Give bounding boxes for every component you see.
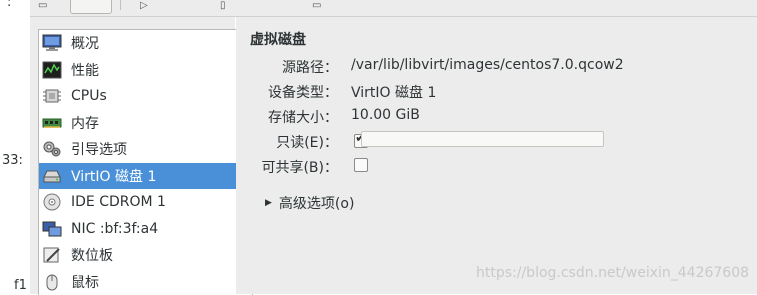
sidebar-item-label: 引导选项 bbox=[71, 139, 127, 159]
network-card-icon bbox=[41, 219, 63, 239]
disk-details-panel: 虚拟磁盘 源路径： /var/lib/libvirt/images/centos… bbox=[236, 17, 757, 294]
pause-icon[interactable]: ▯ bbox=[220, 0, 226, 11]
toolbar-separator bbox=[120, 0, 121, 10]
sidebar-item-label: 性能 bbox=[71, 60, 99, 80]
advanced-options-label: 高级选项(o) bbox=[279, 193, 355, 213]
toolbar: ▭ ▷ ▯ ▭ bbox=[30, 0, 757, 17]
screen-icon[interactable]: ▭ bbox=[312, 0, 321, 11]
tablet-pen-icon bbox=[41, 245, 63, 265]
sidebar-item-label: VirtIO 磁盘 1 bbox=[71, 166, 156, 186]
performance-chart-icon bbox=[41, 60, 63, 80]
hard-disk-icon bbox=[41, 166, 63, 186]
sidebar-item-performance[interactable]: 性能 bbox=[39, 57, 252, 84]
readonly-label: 只读(E)： bbox=[236, 132, 338, 152]
storage-size-value: 10.00 GiB bbox=[351, 107, 420, 123]
sidebar-item-mouse[interactable]: 鼠标 bbox=[39, 269, 252, 295]
source-path-label: 源路径： bbox=[236, 57, 338, 77]
sidebar-item-memory[interactable]: 内存 bbox=[39, 110, 252, 137]
mouse-icon bbox=[41, 272, 63, 292]
sidebar-item-label: 内存 bbox=[71, 113, 99, 133]
sidebar-item-label: 数位板 bbox=[71, 245, 113, 265]
cdrom-icon bbox=[41, 192, 63, 212]
console-icon[interactable]: ▭ bbox=[38, 0, 47, 11]
left-fragment-1: : bbox=[7, 0, 11, 10]
left-fragment-2: 33: bbox=[2, 153, 23, 168]
shareable-checkbox[interactable] bbox=[354, 158, 368, 172]
advanced-options-expander[interactable]: ▶ 高级选项(o) bbox=[265, 193, 354, 213]
sidebar-item-label: NIC :bf:3f:a4 bbox=[71, 221, 158, 237]
memory-module-icon bbox=[41, 113, 63, 133]
details-view-button[interactable] bbox=[70, 0, 112, 14]
sidebar-item-overview[interactable]: 概况 bbox=[39, 30, 252, 57]
sidebar-item-label: 鼠标 bbox=[71, 272, 99, 292]
sidebar-item-ide-cdrom[interactable]: IDE CDROM 1 bbox=[39, 189, 252, 216]
storage-size-label: 存储大小： bbox=[236, 107, 338, 127]
sidebar-item-cpus[interactable]: CPUs bbox=[39, 83, 252, 110]
run-icon[interactable]: ▷ bbox=[140, 0, 148, 11]
sidebar-item-label: CPUs bbox=[71, 88, 107, 104]
left-background-strip: : 33: f1 bbox=[0, 0, 30, 294]
sidebar-item-label: IDE CDROM 1 bbox=[71, 194, 166, 210]
shareable-label: 可共享(B)： bbox=[236, 157, 338, 177]
watermark-text: https://blog.csdn.net/weixin_44267608 bbox=[476, 265, 749, 281]
section-title: 虚拟磁盘 bbox=[250, 29, 306, 49]
sidebar-item-label: 概况 bbox=[71, 33, 99, 53]
left-fragment-3: f1 bbox=[14, 278, 27, 293]
device-type-value: VirtIO 磁盘 1 bbox=[351, 82, 436, 102]
triangle-right-icon: ▶ bbox=[265, 198, 272, 208]
sidebar-item-tablet[interactable]: 数位板 bbox=[39, 242, 252, 269]
hardware-list: 概况 性能 CPUs 内存 引导选项 bbox=[38, 29, 253, 295]
gears-icon bbox=[41, 139, 63, 159]
sidebar-item-boot-options[interactable]: 引导选项 bbox=[39, 136, 252, 163]
source-path-value: /var/lib/libvirt/images/centos7.0.qcow2 bbox=[351, 57, 624, 73]
monitor-icon bbox=[41, 33, 63, 53]
hardware-sidebar: 概况 性能 CPUs 内存 引导选项 bbox=[30, 17, 235, 294]
sidebar-item-nic[interactable]: NIC :bf:3f:a4 bbox=[39, 216, 252, 243]
sidebar-item-virtio-disk[interactable]: VirtIO 磁盘 1 bbox=[39, 163, 252, 190]
device-type-label: 设备类型： bbox=[236, 82, 338, 102]
readonly-progress-bar bbox=[361, 131, 604, 147]
cpu-chip-icon bbox=[41, 86, 63, 106]
